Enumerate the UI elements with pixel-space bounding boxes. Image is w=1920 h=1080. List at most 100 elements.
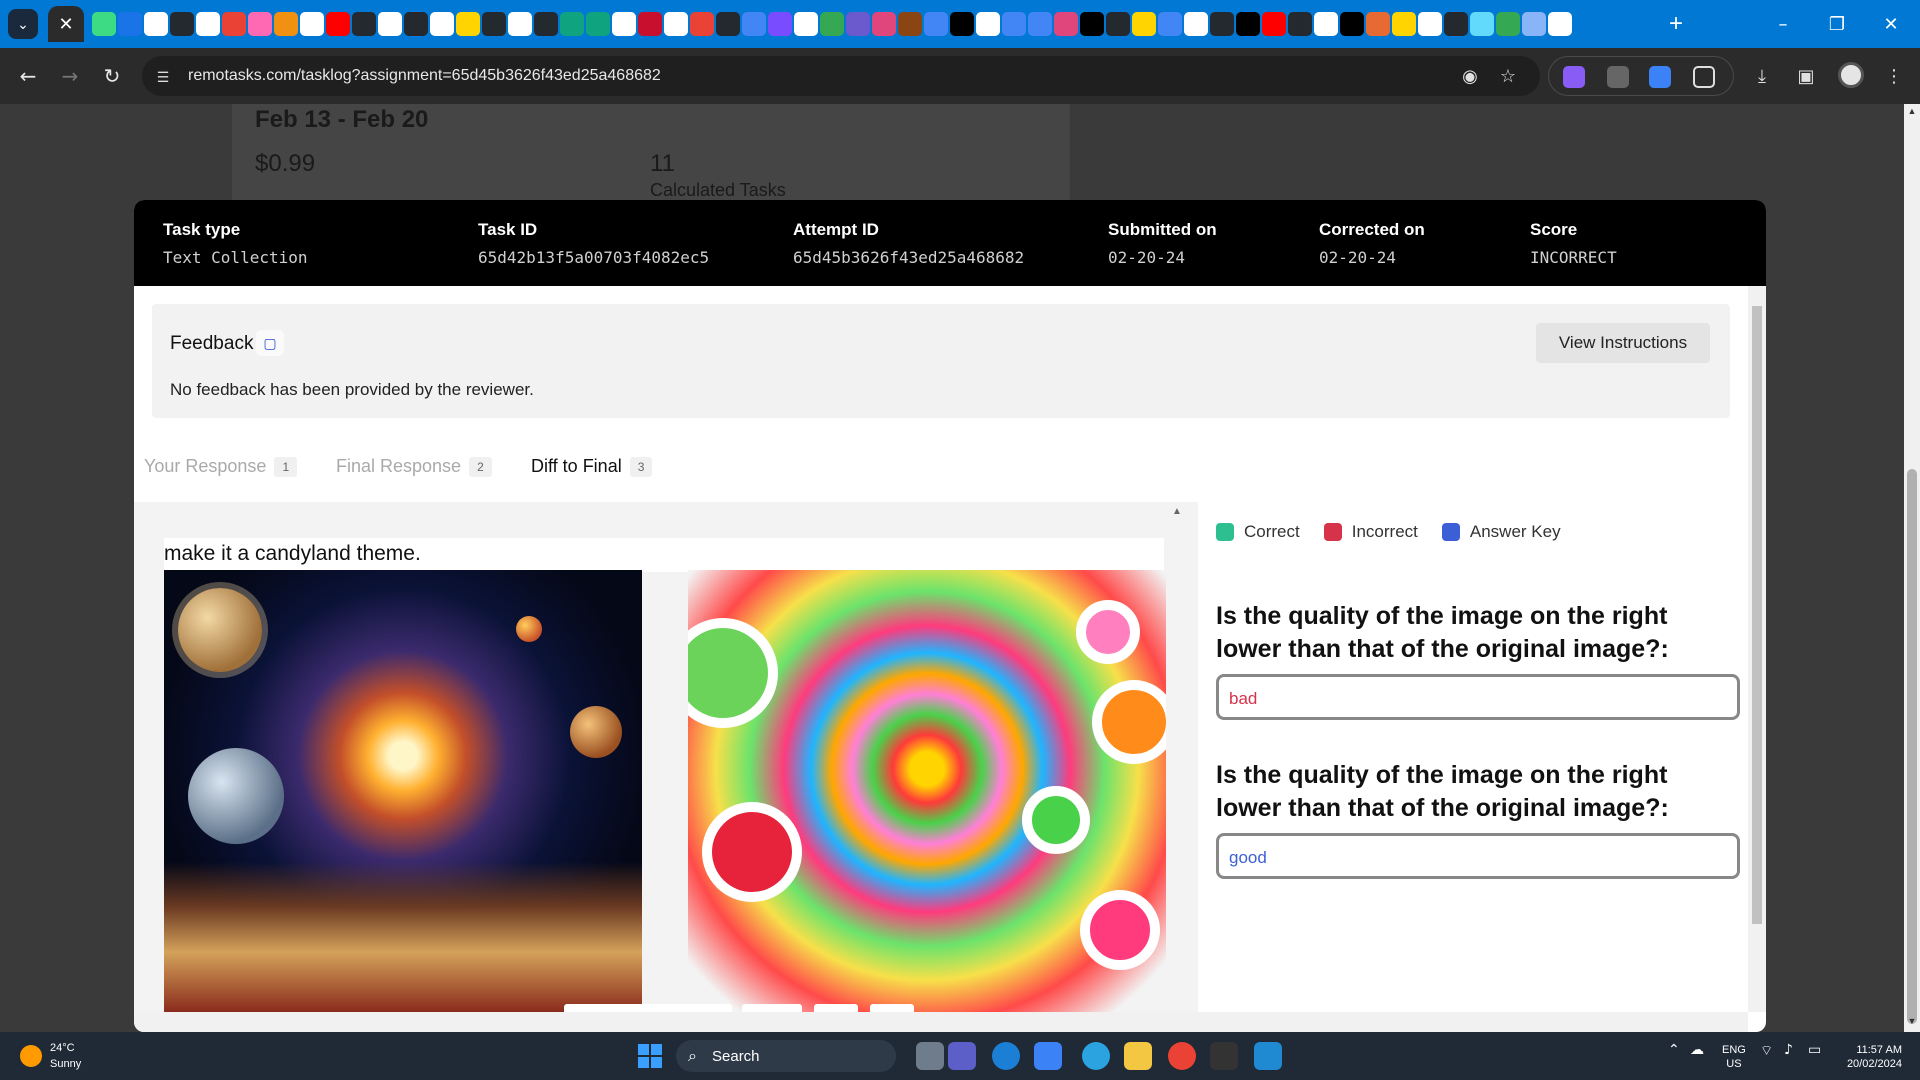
tab-favicon[interactable] [612,12,636,36]
tab-favicon[interactable] [976,12,1000,36]
scroll-up-arrow-icon[interactable]: ▲ [1172,506,1182,517]
side-panel-icon[interactable]: ▣ [1792,62,1820,90]
chat-icon[interactable] [948,1042,976,1070]
answer-field-incorrect[interactable]: bad [1216,674,1740,720]
tab-favicon[interactable] [404,12,428,36]
note-icon[interactable]: ▢ [256,330,284,356]
tab-favicon[interactable] [378,12,402,36]
tab-favicon[interactable] [326,12,350,36]
tab-favicon[interactable] [144,12,168,36]
url-text[interactable]: remotasks.com/tasklog?assignment=65d45b3… [188,67,661,85]
tab-favicon[interactable] [1028,12,1052,36]
overlay-button[interactable] [742,1004,802,1012]
download-extension-icon[interactable] [1649,66,1671,88]
tab-favicon[interactable] [1106,12,1130,36]
vscode-icon[interactable] [1254,1042,1282,1070]
tab-favicon[interactable] [430,12,454,36]
downloads-icon[interactable]: ⤓ [1748,62,1776,90]
tab-favicon[interactable] [352,12,376,36]
tab-favicon[interactable] [1288,12,1312,36]
scrollbar-thumb[interactable] [1907,469,1917,1024]
tab-favicon[interactable] [820,12,844,36]
tab-favicon[interactable] [1522,12,1546,36]
tab-diff-to-final[interactable]: Diff to Final 3 [531,456,653,477]
tab-favicon[interactable] [1002,12,1026,36]
tab-favicon[interactable] [1444,12,1468,36]
task-media-pane[interactable]: ▲ make it a candyland theme. [134,502,1184,1012]
tab-favicon[interactable] [170,12,194,36]
extension-icon[interactable] [1563,66,1585,88]
restore-button[interactable]: ❐ [1814,8,1860,40]
tab-favicon[interactable] [1314,12,1338,36]
tab-favicon[interactable] [1184,12,1208,36]
store-icon[interactable] [1034,1042,1062,1070]
back-arrow-icon[interactable]: ← [14,62,42,90]
tab-favicon[interactable] [300,12,324,36]
tab-favicon[interactable] [248,12,272,36]
scroll-down-arrow-icon[interactable]: ▼ [1904,1016,1920,1030]
tab-favicon[interactable] [1132,12,1156,36]
tab-favicon[interactable] [222,12,246,36]
tab-favicon[interactable] [1418,12,1442,36]
tab-favicon[interactable] [924,12,948,36]
chrome-icon[interactable] [1168,1042,1196,1070]
profile-avatar[interactable] [1838,62,1864,88]
tab-favicon[interactable] [1392,12,1416,36]
tab-favicon[interactable] [1054,12,1078,36]
tab-favicon[interactable] [118,12,142,36]
address-bar[interactable]: ☰ remotasks.com/tasklog?assignment=65d45… [142,56,1540,96]
tab-favicon[interactable] [508,12,532,36]
tab-favicon[interactable] [560,12,584,36]
input-language[interactable]: ENG US [1722,1043,1746,1071]
edge-icon[interactable] [992,1042,1020,1070]
tab-final-response[interactable]: Final Response 2 [336,456,492,477]
system-clock[interactable]: 11:57 AM 20/02/2024 [1838,1043,1902,1071]
tab-favicon[interactable] [1080,12,1104,36]
tab-favicon[interactable] [846,12,870,36]
bookmark-star-icon[interactable]: ☆ [1496,64,1520,88]
tab-favicon[interactable] [716,12,740,36]
tab-favicon[interactable] [768,12,792,36]
answer-field-key[interactable]: good [1216,833,1740,879]
tab-favicon[interactable] [534,12,558,36]
tab-favicon[interactable] [1236,12,1260,36]
onedrive-cloud-icon[interactable]: ☁ [1690,1042,1704,1058]
tab-your-response[interactable]: Your Response 1 [144,456,298,477]
tab-favicon[interactable] [1340,12,1364,36]
overlay-button[interactable] [814,1004,858,1012]
eye-icon[interactable]: ◉ [1458,64,1482,88]
scroll-up-arrow-icon[interactable]: ▲ [1904,106,1920,120]
forward-arrow-icon[interactable]: → [56,62,84,90]
tab-favicon[interactable] [1496,12,1520,36]
tab-favicon[interactable] [456,12,480,36]
tab-favicon[interactable] [1470,12,1494,36]
active-tab-close-button[interactable]: ✕ [48,6,84,42]
reload-icon[interactable]: ↻ [98,62,126,90]
page-scrollbar[interactable]: ▲ ▼ [1904,104,1920,1032]
tab-favicon[interactable] [872,12,896,36]
telegram-icon[interactable] [1082,1042,1110,1070]
tray-overflow-icon[interactable]: ⌃ [1668,1042,1680,1058]
terminal-icon[interactable] [1210,1042,1238,1070]
modal-horizontal-scrollbar[interactable] [134,1012,1748,1032]
tab-favicon[interactable] [1548,12,1572,36]
tab-favicon[interactable] [664,12,688,36]
overlay-button[interactable] [870,1004,914,1012]
weather-condition[interactable]: Sunny [50,1058,81,1070]
volume-icon[interactable]: ♪ [1784,1042,1793,1058]
tab-favicon[interactable] [742,12,766,36]
tab-favicon[interactable] [1210,12,1234,36]
window-close-button[interactable]: ✕ [1868,8,1914,40]
task-view-icon[interactable] [916,1042,944,1070]
more-menu-icon[interactable]: ⋮ [1880,62,1908,90]
tab-favicon[interactable] [1262,12,1286,36]
wifi-icon[interactable]: ⌔ [1760,1042,1773,1060]
tab-favicon[interactable] [950,12,974,36]
battery-icon[interactable]: ▭ [1808,1042,1821,1058]
weather-temperature[interactable]: 24°C [50,1042,75,1054]
tab-favicon[interactable] [1158,12,1182,36]
modal-vertical-scrollbar[interactable] [1748,286,1766,1012]
extension-icon[interactable] [1607,66,1629,88]
puzzle-extensions-icon[interactable] [1693,66,1715,88]
tab-favicon[interactable] [586,12,610,36]
